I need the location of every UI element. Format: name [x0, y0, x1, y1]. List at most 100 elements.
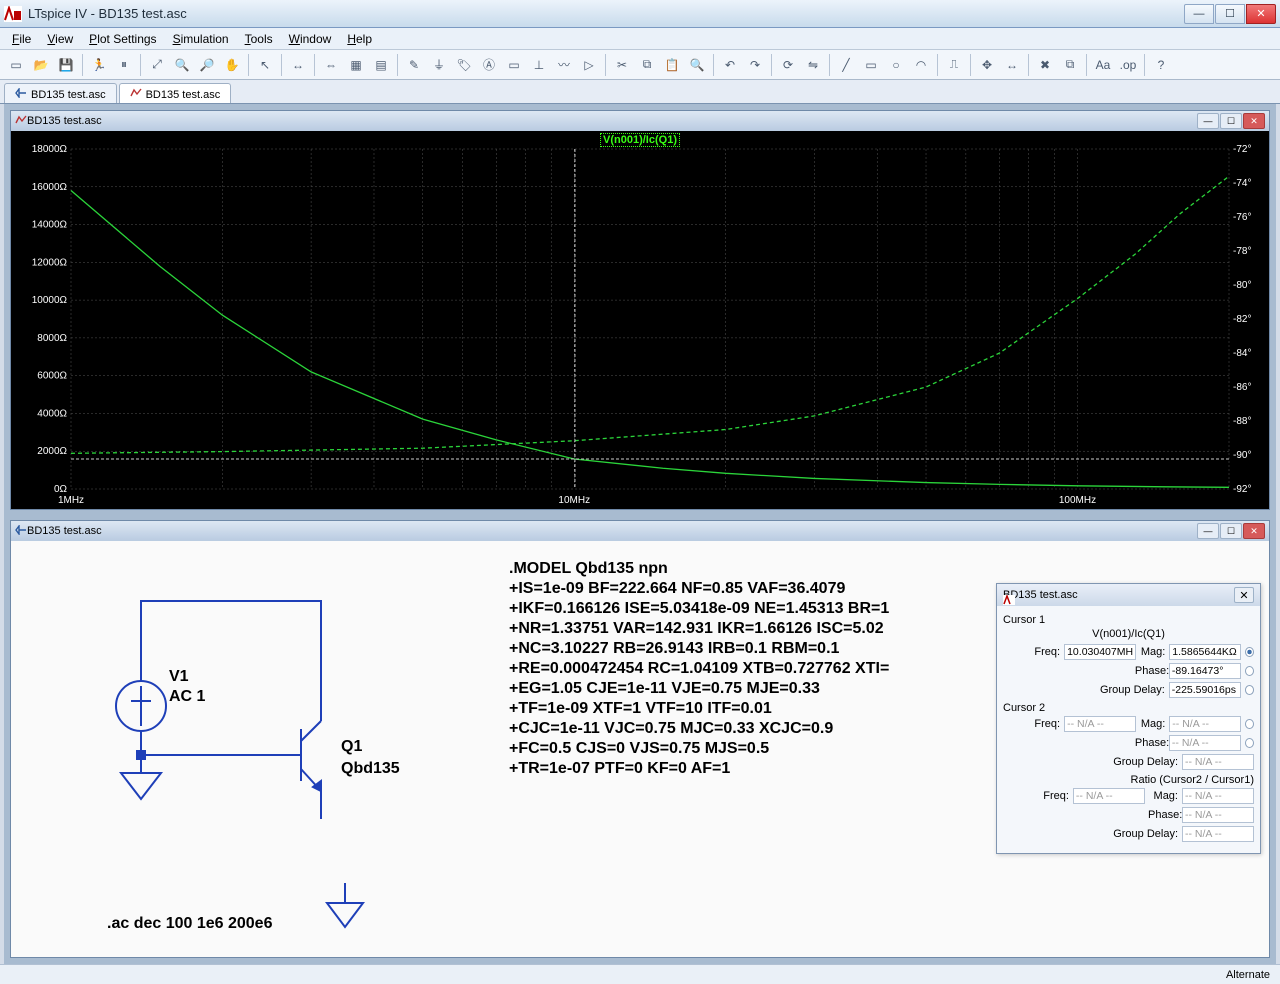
- close-button[interactable]: ✕: [1246, 4, 1276, 24]
- inductor-button[interactable]: 〰: [552, 53, 576, 77]
- cursor2-groupdelay-field[interactable]: [1182, 754, 1254, 770]
- cursor-dialog-titlebar[interactable]: BD135 test.asc ✕: [997, 584, 1260, 606]
- component-button[interactable]: ⎍: [942, 53, 966, 77]
- doctab-schematic[interactable]: BD135 test.asc: [4, 83, 117, 103]
- spice-button[interactable]: .op: [1116, 53, 1140, 77]
- rotate-button[interactable]: ⟳: [776, 53, 800, 77]
- menu-file[interactable]: File: [6, 30, 37, 48]
- find-button[interactable]: 🔍: [685, 53, 709, 77]
- svg-text:-90°: -90°: [1233, 450, 1251, 461]
- menu-simulation[interactable]: Simulation: [167, 30, 235, 48]
- pick-button[interactable]: ↖: [253, 53, 277, 77]
- label-button[interactable]: 🏷: [452, 53, 476, 77]
- cursor1-gd-radio[interactable]: [1245, 685, 1254, 695]
- minimize-button[interactable]: —: [1184, 4, 1214, 24]
- ratio-mag-field: [1182, 788, 1254, 804]
- cursor1-phase-radio[interactable]: [1245, 666, 1254, 676]
- plot-window-titlebar[interactable]: BD135 test.asc — ☐ ✕: [11, 111, 1269, 131]
- cursor-dialog-close-button[interactable]: ✕: [1234, 587, 1254, 603]
- svg-text:-78°: -78°: [1233, 246, 1251, 257]
- capacitor-button[interactable]: ⊥: [527, 53, 551, 77]
- zoom-in-button[interactable]: 🔍: [170, 53, 194, 77]
- tile-button[interactable]: ▦: [344, 53, 368, 77]
- drag-button[interactable]: ↔: [1000, 53, 1024, 77]
- cursor2-phase-field[interactable]: [1169, 735, 1241, 751]
- plot-minimize-button[interactable]: —: [1197, 113, 1219, 129]
- mirror-button[interactable]: ⇋: [801, 53, 825, 77]
- plot-maximize-button[interactable]: ☐: [1220, 113, 1242, 129]
- window-titlebar: LTspice IV - BD135 test.asc — ☐ ✕: [0, 0, 1280, 28]
- undo-button[interactable]: ↶: [718, 53, 742, 77]
- schematic-close-button[interactable]: ✕: [1243, 523, 1265, 539]
- menu-window[interactable]: Window: [283, 30, 338, 48]
- plot-canvas[interactable]: V(n001)/Ic(Q1) 0Ω2000Ω4000Ω6000Ω8000Ω100…: [11, 131, 1269, 509]
- q1-value: Qbd135: [341, 760, 400, 777]
- cursor2-freq-field[interactable]: [1064, 716, 1136, 732]
- cursor1-groupdelay-field[interactable]: [1169, 682, 1241, 698]
- help-toggle-button[interactable]: ?: [1149, 53, 1173, 77]
- cursor2-phase-radio[interactable]: [1245, 738, 1254, 748]
- menu-tools[interactable]: Tools: [239, 30, 279, 48]
- line-button[interactable]: ╱: [834, 53, 858, 77]
- zoom-out-button[interactable]: 🔎: [195, 53, 219, 77]
- duplicate-button[interactable]: ⧉: [1058, 53, 1082, 77]
- groupdelay-label-2: Group Delay:: [1102, 756, 1178, 768]
- window-title: LTspice IV - BD135 test.asc: [28, 6, 1184, 21]
- cursor1-mag-field[interactable]: [1169, 644, 1241, 660]
- plot-close-button[interactable]: ✕: [1243, 113, 1265, 129]
- schematic-minimize-button[interactable]: —: [1197, 523, 1219, 539]
- svg-text:6000Ω: 6000Ω: [37, 371, 67, 382]
- rect-button[interactable]: ▭: [859, 53, 883, 77]
- manualrange-button[interactable]: ⇔: [319, 53, 343, 77]
- cursor1-mag-radio[interactable]: [1245, 647, 1254, 657]
- arc-button[interactable]: ◠: [909, 53, 933, 77]
- freq-label-2: Freq:: [1003, 718, 1060, 730]
- new-schematic-button[interactable]: ▭: [4, 53, 28, 77]
- ac-directive[interactable]: .ac dec 100 1e6 200e6: [107, 915, 272, 933]
- mag-label-3: Mag:: [1149, 790, 1178, 802]
- wire-button[interactable]: ✎: [402, 53, 426, 77]
- arc-icon: ◠: [916, 58, 926, 72]
- menu-plot-settings[interactable]: Plot Settings: [83, 30, 162, 48]
- schematic-maximize-button[interactable]: ☐: [1220, 523, 1242, 539]
- menu-help[interactable]: Help: [341, 30, 378, 48]
- zoom-fit-button[interactable]: ⤢: [145, 53, 169, 77]
- new-schematic-icon: ▭: [10, 58, 21, 72]
- ground-button[interactable]: ⏚: [427, 53, 451, 77]
- schematic-canvas[interactable]: V1 AC 1 Q1 Qbd135 .MODEL Qbd135 npn +IS=…: [11, 541, 1269, 957]
- diode-button[interactable]: ▷: [577, 53, 601, 77]
- cut-button[interactable]: ✂: [610, 53, 634, 77]
- model-directive[interactable]: .MODEL Qbd135 npn +IS=1e-09 BF=222.664 N…: [509, 559, 889, 779]
- cursor2-mag-radio[interactable]: [1245, 719, 1254, 729]
- pick-icon: ↖: [260, 58, 270, 72]
- manualrange-icon: ⇔: [325, 58, 337, 72]
- run-button[interactable]: 🏃: [87, 53, 111, 77]
- cursor2-mag-field[interactable]: [1169, 716, 1241, 732]
- toolbar: ▭📂💾🏃⏸⤢🔍🔎✋↖↔⇔▦▤✎⏚🏷Ⓐ▭⊥〰▷✂⧉📋🔍↶↷⟳⇋╱▭○◠⎍✥↔✖⧉A…: [0, 50, 1280, 80]
- schematic-window-titlebar[interactable]: BD135 test.asc — ☐ ✕: [11, 521, 1269, 541]
- plot-title-icon: [15, 115, 27, 128]
- move-button[interactable]: ✥: [975, 53, 999, 77]
- menu-view[interactable]: View: [41, 30, 79, 48]
- open-button[interactable]: 📂: [29, 53, 53, 77]
- delete-button[interactable]: ✖: [1033, 53, 1057, 77]
- autorange-button[interactable]: ↔: [286, 53, 310, 77]
- pan-button[interactable]: ✋: [220, 53, 244, 77]
- svg-text:10MHz: 10MHz: [558, 495, 590, 506]
- doctab-plot[interactable]: BD135 test.asc: [119, 83, 232, 103]
- svg-text:4000Ω: 4000Ω: [37, 408, 67, 419]
- save-button[interactable]: 💾: [54, 53, 78, 77]
- redo-button[interactable]: ↷: [743, 53, 767, 77]
- copy-button[interactable]: ⧉: [635, 53, 659, 77]
- netlabel-button[interactable]: Ⓐ: [477, 53, 501, 77]
- paste-button[interactable]: 📋: [660, 53, 684, 77]
- text-button[interactable]: Aa: [1091, 53, 1115, 77]
- cursor-dialog[interactable]: BD135 test.asc ✕ Cursor 1 V(n001)/Ic(Q1)…: [996, 583, 1261, 854]
- pause-button[interactable]: ⏸: [112, 53, 136, 77]
- cursor1-phase-field[interactable]: [1169, 663, 1241, 679]
- cascade-button[interactable]: ▤: [369, 53, 393, 77]
- circle-button[interactable]: ○: [884, 53, 908, 77]
- maximize-button[interactable]: ☐: [1215, 4, 1245, 24]
- resistor-button[interactable]: ▭: [502, 53, 526, 77]
- cursor1-freq-field[interactable]: [1064, 644, 1136, 660]
